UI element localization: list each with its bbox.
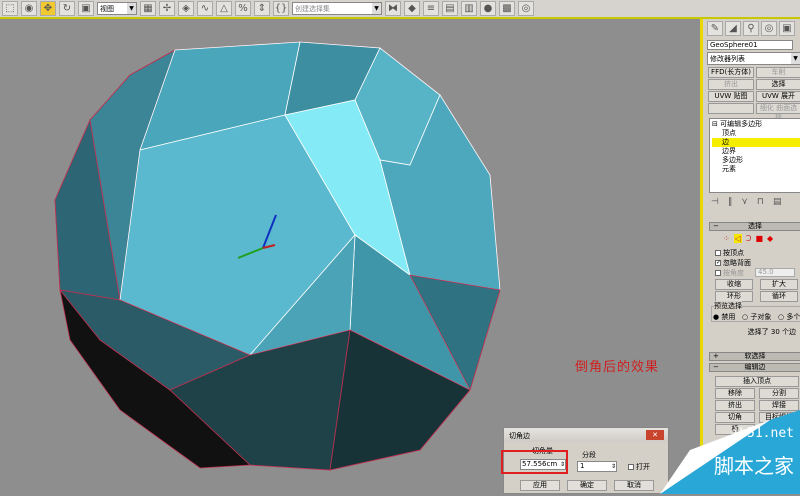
highlight-box [501,450,568,474]
hierarchy-tab-icon[interactable]: ⚲ [743,21,759,36]
snap-icon[interactable]: ∿ [197,1,213,16]
select-region-icon[interactable]: ⬚ [2,1,18,16]
edit-edges-rollout[interactable]: − 编辑边 [709,363,800,372]
edit-named-sel-icon[interactable]: {} [273,1,289,16]
curve-editor-icon[interactable]: ▥ [461,1,477,16]
watermark: jb51.net 脚本之家 [660,410,800,494]
segments-label: 分段 [582,451,596,459]
cancel-button[interactable]: 取消 [614,480,654,491]
subobject-icons: ⁘ ◁ Ɔ ■ ◆ [723,234,773,243]
preview-subobject-radio[interactable]: ○ 子对象 [742,312,771,322]
dialog-title: 切角边 [504,428,668,442]
soft-selection-rollout[interactable]: + 软选择 [709,352,800,361]
pivot-icon[interactable]: ▦ [140,1,156,16]
select-manipulate-icon[interactable]: ✢ [159,1,175,16]
scale-icon[interactable]: ▣ [78,1,94,16]
stack-item-element[interactable]: 元素 [712,165,800,174]
border-mode-icon[interactable]: Ɔ [746,234,752,243]
shrink-button[interactable]: 收缩 [715,279,753,290]
material-editor-icon[interactable]: ● [480,1,496,16]
move-icon[interactable]: ✥ [40,1,56,16]
main-toolbar: ⬚ ◉ ✥ ↻ ▣ 视图 ▼ ▦ ✢ ◈ ∿ △ % ⇕ {} 创建选择集 ▼ ⧓ … [0,0,800,19]
percent-snap-icon[interactable]: % [235,1,251,16]
vertex-mode-icon[interactable]: ⁘ [723,234,730,243]
align-icon[interactable]: ◆ [404,1,420,16]
stack-item-vertex[interactable]: 顶点 [712,129,800,138]
selection-rollout[interactable]: − 选择 [709,222,800,231]
modifier-stack[interactable]: ⊟ 可编辑多边形 顶点 边 边界 多边形 元素 [709,118,800,193]
layer-icon[interactable]: ≡ [423,1,439,16]
ignore-backfacing-checkbox[interactable]: ✓ 忽略背面 [715,258,751,268]
mirror-icon[interactable]: ⧓ [385,1,401,16]
geosphere-mesh [54,41,501,471]
angle-snap-icon[interactable]: △ [216,1,232,16]
annotation-text: 倒角后的效果 [575,360,660,375]
stack-item-edge[interactable]: 边 [712,138,800,147]
segments-input[interactable]: 1 ⇕ [577,461,617,472]
named-selection-dropdown[interactable]: 创建选择集 ▼ [292,2,382,15]
display-tab-icon[interactable]: ▣ [779,21,795,36]
render-icon[interactable]: ◎ [518,1,534,16]
by-angle-checkbox[interactable]: 按角度 [715,268,744,278]
extrude-mod-button[interactable]: 挤出 [708,79,754,90]
stack-tools-icons[interactable]: ⊣‖⋎⊓▤ [711,197,790,207]
window-crossing-icon[interactable]: ◉ [21,1,37,16]
tessellate-button[interactable]: 细化 曲面选择 [756,103,800,121]
preview-disabled-radio[interactable]: ● 禁用 [713,312,735,322]
uvw-unwrap-button[interactable]: UVW 展开 [756,91,800,102]
lathe-button[interactable]: 车削 [756,67,800,78]
stack-root[interactable]: ⊟ 可编辑多边形 [712,120,800,129]
preview-multi-radio[interactable]: ○ 多个 [778,312,800,322]
edge-mode-icon[interactable]: ◁ [733,234,742,243]
uvw-map-button[interactable]: UVW 贴图 [708,91,754,102]
grow-button[interactable]: 扩大 [760,279,798,290]
ffd-box-button[interactable]: FFD(长方体) [708,67,754,78]
motion-tab-icon[interactable]: ◎ [761,21,777,36]
ok-button[interactable]: 确定 [567,480,607,491]
chamfer-edges-dialog: 切角边 ✕ 切角量 57.556cm ⇕ 分段 1 ⇕ 打开 应用 确定 取消 [501,427,669,494]
remove-button[interactable]: 移除 [715,388,755,399]
by-vertex-checkbox[interactable]: 按顶点 [715,248,744,258]
select-mod-button[interactable]: 选择 [756,79,800,90]
open-checkbox[interactable]: 打开 [628,462,650,472]
keyboard-shortcut-icon[interactable]: ◈ [178,1,194,16]
create-tab-icon[interactable]: ✎ [707,21,723,36]
split-button[interactable]: 分割 [759,388,799,399]
loop-button[interactable]: 循环 [760,291,798,302]
stack-item-polygon[interactable]: 多边形 [712,156,800,165]
insert-vertex-button[interactable]: 插入顶点 [715,376,799,387]
reference-coord-dropdown[interactable]: 视图 ▼ [97,2,137,15]
modify-tab-icon[interactable]: ◢ [725,21,741,36]
polygon-mode-icon[interactable]: ■ [755,234,763,243]
element-mode-icon[interactable]: ◆ [767,234,773,243]
preview-selection-group: 预览选择 ● 禁用 ○ 子对象 ○ 多个 [711,301,800,322]
angle-input[interactable]: 45.0 [755,268,795,277]
empty-mod-button[interactable] [708,103,754,114]
spinner-snap-icon[interactable]: ⇕ [254,1,270,16]
selection-status: 选择了 30 个边 [747,328,796,336]
perspective-viewport[interactable]: 倒角后的效果 [0,21,700,494]
object-name-field[interactable]: GeoSphere01 [707,40,793,50]
graphite-icon[interactable]: ▤ [442,1,458,16]
apply-button[interactable]: 应用 [520,480,560,491]
render-setup-icon[interactable]: ▩ [499,1,515,16]
modifier-list-dropdown[interactable]: 修改器列表 ▼ [707,52,800,65]
stack-item-border[interactable]: 边界 [712,147,800,156]
rotate-icon[interactable]: ↻ [59,1,75,16]
